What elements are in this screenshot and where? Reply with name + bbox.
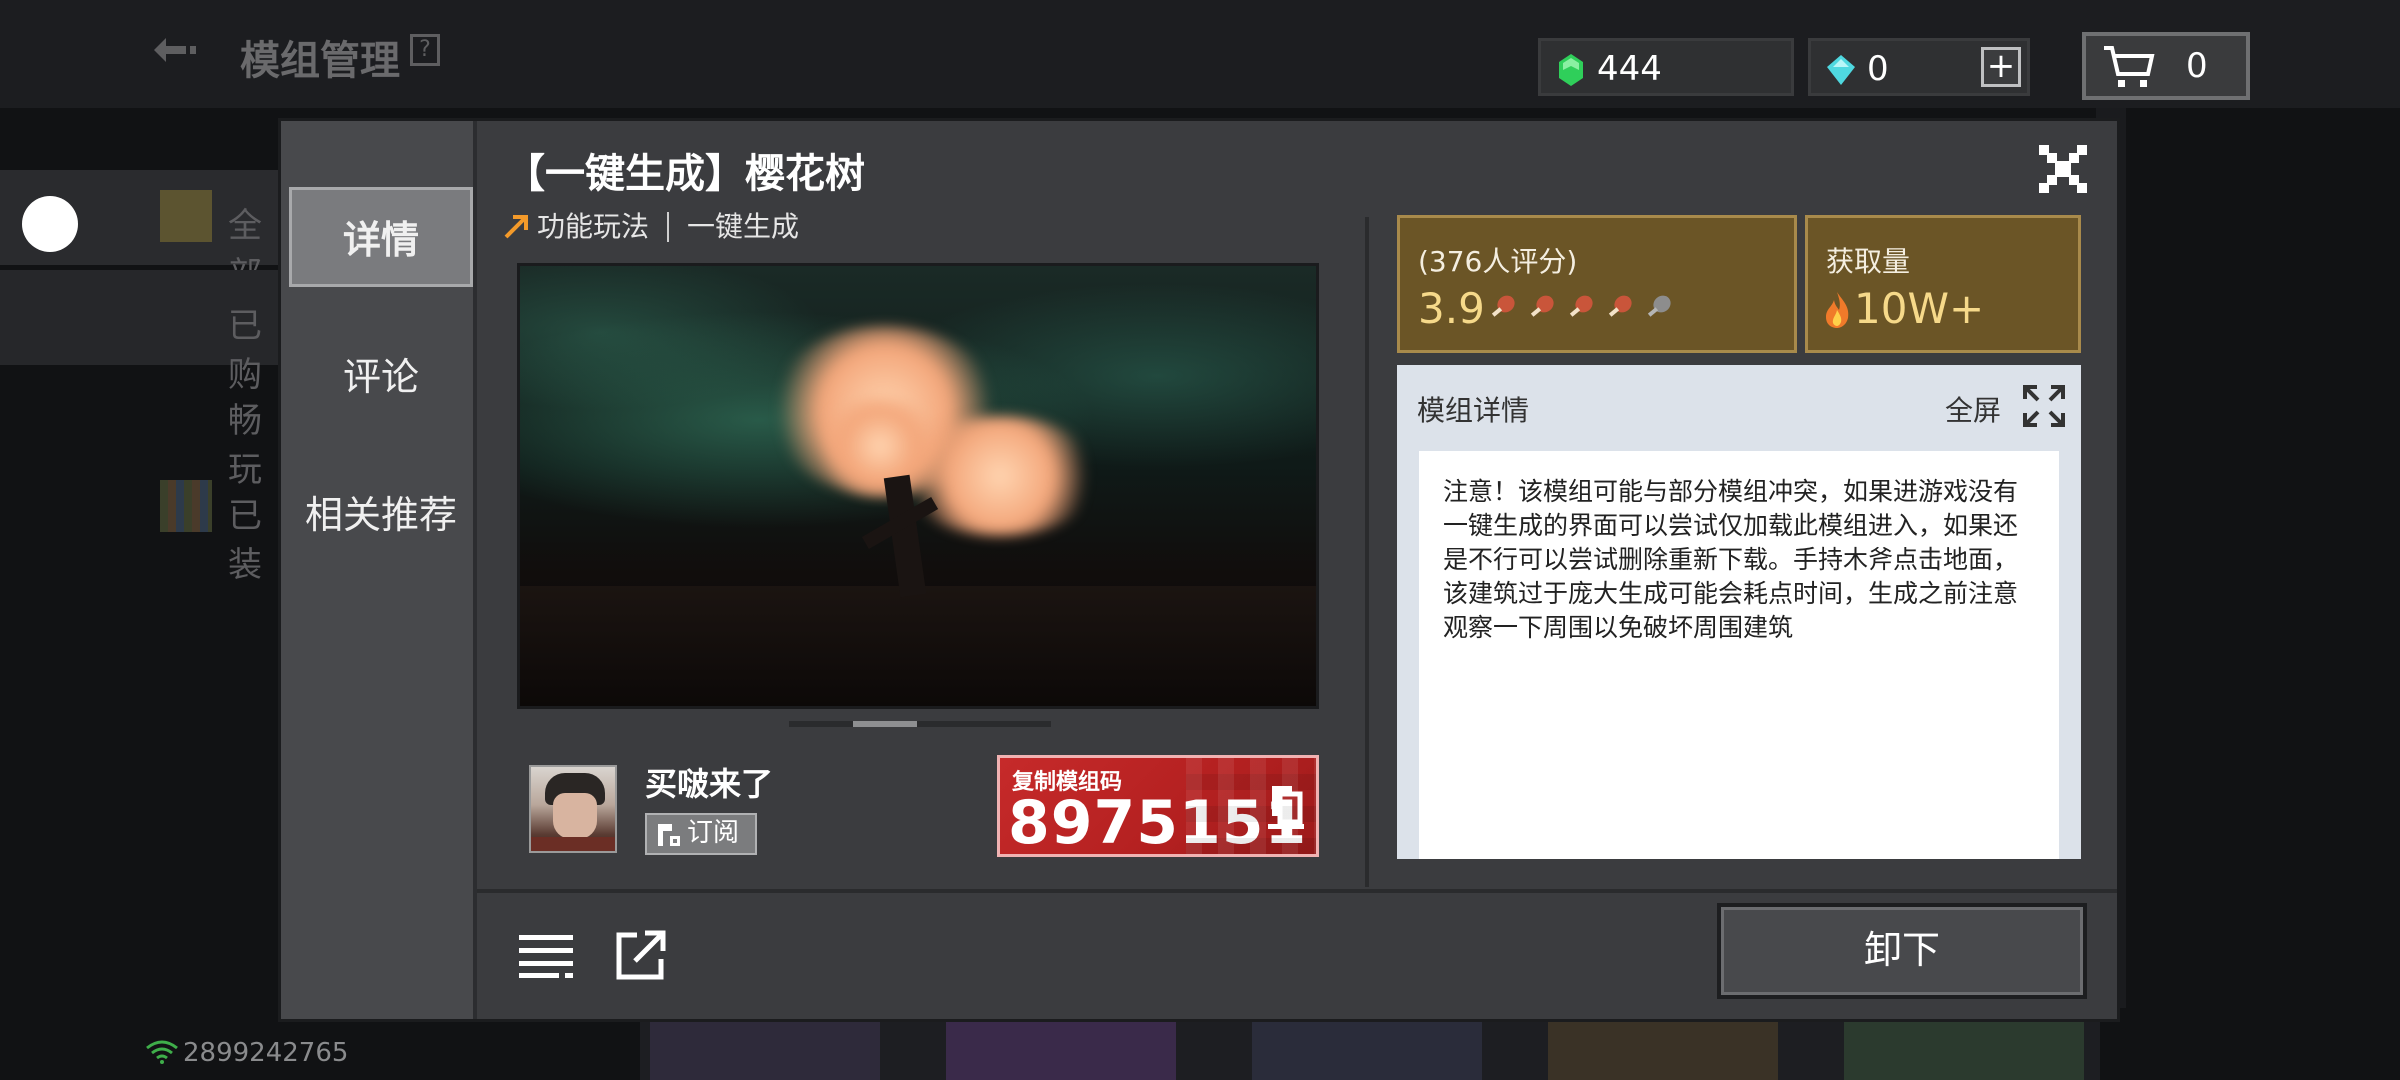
breadcrumb-separator	[667, 212, 670, 242]
cart-count: 0	[2186, 46, 2208, 86]
background-sidebar: 全部 已购 畅玩 已装	[0, 170, 290, 770]
background-thumbnail[interactable]	[1548, 1020, 1778, 1080]
background-thumbnail[interactable]	[946, 1020, 1176, 1080]
background-page-title: 模组管理	[240, 38, 400, 84]
mod-code: 8975151	[1008, 788, 1308, 857]
drumstick-icon	[1491, 295, 1515, 317]
sidebar-item-installed[interactable]: 已装	[0, 460, 290, 585]
avatar-face	[553, 793, 597, 839]
downloads-card: 获取量 10W+	[1805, 215, 2081, 353]
avatar[interactable]	[529, 765, 617, 853]
subscribe-button[interactable]: 订阅	[645, 813, 757, 855]
fullscreen-icon[interactable]	[2023, 385, 2065, 427]
tab-details[interactable]: 详情	[289, 187, 473, 287]
tab-comments[interactable]: 评论	[289, 327, 473, 427]
share-icon[interactable]	[615, 929, 667, 981]
author-name[interactable]: 买啵来了	[645, 759, 773, 805]
trend-arrow-icon	[504, 215, 528, 239]
cart-icon	[2104, 46, 2155, 87]
cart-button[interactable]: 0	[2082, 32, 2250, 100]
drumstick-icon	[1530, 295, 1554, 317]
diamond-icon	[1827, 55, 1855, 85]
tab-recommendations[interactable]: 相关推荐	[289, 465, 473, 565]
subscribe-icon	[658, 824, 680, 846]
drumstick-empty-icon	[1648, 295, 1671, 317]
breadcrumb-tag[interactable]: 一键生成	[687, 210, 799, 243]
mod-description: 注意！该模组可能与部分模组冲突，如果进游戏没有一键生成的界面可以尝试仅加载此模组…	[1419, 451, 2059, 859]
rating-icons	[1486, 292, 1676, 328]
wifi-icon	[146, 1040, 178, 1064]
uninstall-button[interactable]: 卸下	[1717, 903, 2087, 999]
carousel-indicator	[789, 721, 1051, 727]
detail-title: 模组详情	[1417, 394, 1530, 427]
carousel-indicator-active	[853, 721, 917, 727]
add-currency-button[interactable]: +	[1981, 47, 2021, 87]
drumstick-icon	[1609, 295, 1632, 317]
subscribe-label: 订阅	[687, 818, 740, 848]
close-icon[interactable]	[2037, 143, 2089, 195]
rating-value: 3.9	[1418, 284, 1485, 333]
breadcrumb: 功能玩法 一键生成	[503, 205, 799, 245]
help-icon[interactable]: ?	[410, 34, 440, 66]
sidebar-item-purchased[interactable]: 已购	[0, 270, 290, 395]
emerald-balance: 444	[1538, 38, 1794, 96]
preview-blossom	[820, 396, 940, 496]
footer-id-text: 2899242765	[183, 1038, 349, 1068]
downloads-label: 获取量	[1826, 245, 1911, 278]
background-thumbnail[interactable]	[1844, 1020, 2084, 1080]
action-bar: 卸下	[477, 889, 2117, 1019]
content-divider	[1365, 217, 1369, 887]
footer-id: 2899242765	[145, 1038, 348, 1068]
rating-card: (376人评分) 3.9	[1397, 215, 1797, 353]
grass-block-icon	[160, 190, 212, 242]
sidebar-item-play[interactable]: 畅玩	[0, 365, 290, 490]
fullscreen-label[interactable]: 全屏	[1945, 389, 2001, 429]
bookshelf-icon	[160, 480, 212, 532]
background-thumbnail[interactable]	[1252, 1020, 1482, 1080]
copy-mod-code-button[interactable]: 复制模组码 8975151	[997, 755, 1319, 857]
detail-tabs: 详情 评论 相关推荐	[281, 121, 477, 1019]
copy-icon	[1268, 786, 1304, 829]
mod-detail-dialog: 详情 评论 相关推荐 【一键生成】樱花树 功能玩法 一键生成 买啵来了 订阅 复…	[278, 118, 2120, 1022]
drumstick-icon	[1570, 295, 1593, 317]
diamond-count: 0	[1867, 49, 1889, 89]
avatar-shirt	[531, 837, 615, 851]
diamond-balance: 0 +	[1808, 38, 2030, 96]
fire-icon	[1826, 292, 1849, 328]
downloads-value: 10W+	[1854, 284, 1985, 333]
preview-ground	[520, 586, 1316, 706]
back-arrow-icon[interactable]	[150, 30, 198, 81]
breadcrumb-category[interactable]: 功能玩法	[537, 210, 649, 243]
emerald-icon	[1559, 54, 1583, 86]
mod-preview-image[interactable]	[517, 263, 1319, 709]
mod-title: 【一键生成】樱花树	[505, 151, 865, 197]
mod-detail-panel: 模组详情 全屏 注意！该模组可能与部分模组冲突，如果进游戏没有一键生成的界面可以…	[1397, 365, 2081, 859]
rating-count: (376人评分)	[1418, 245, 1578, 278]
list-icon[interactable]	[519, 933, 573, 979]
emerald-count: 444	[1597, 49, 1662, 89]
floating-toggle-button[interactable]	[22, 196, 78, 252]
background-thumbnail[interactable]	[650, 1020, 880, 1080]
